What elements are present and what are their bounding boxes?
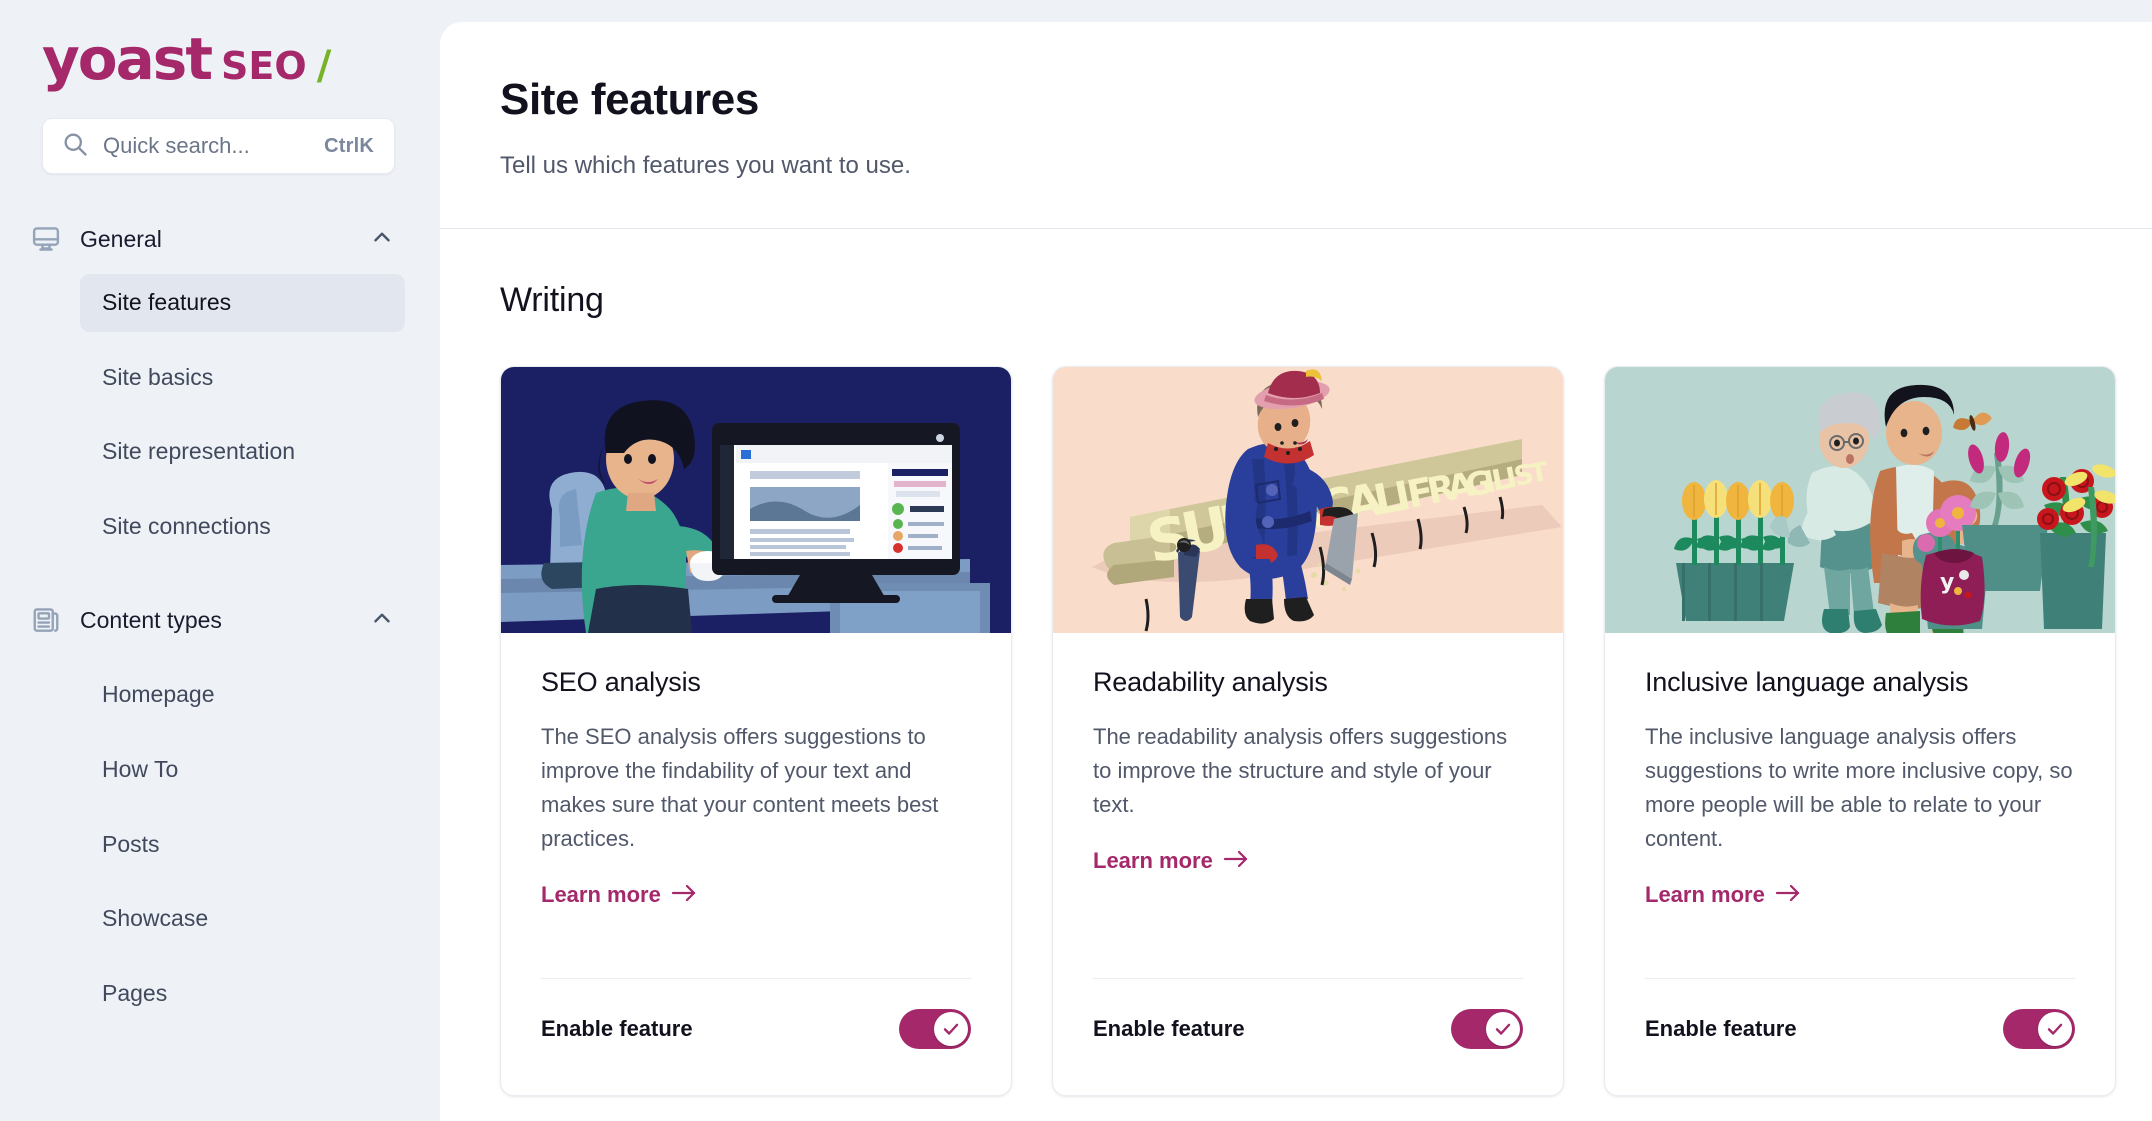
sidebar: yoast SEO / Quick search... CtrlK Genera… [0, 0, 440, 1121]
learn-more-link[interactable]: Learn more [1645, 882, 1801, 908]
learn-more-label: Learn more [1645, 881, 1765, 907]
feature-card-list: SEO analysis The SEO analysis offers sug… [500, 365, 2116, 1096]
learn-more-link[interactable]: Learn more [541, 882, 697, 908]
sidebar-nav: General Site features Site basics Site r… [0, 210, 440, 1022]
nav-group-header-general[interactable]: General [0, 210, 440, 268]
logo-slash-icon: / [316, 43, 332, 89]
search-icon [61, 130, 89, 163]
learn-more-link[interactable]: Learn more [1093, 848, 1249, 874]
illustration-two-people-gardening: y [1605, 366, 2115, 633]
chevron-up-icon-content-types[interactable] [369, 605, 395, 636]
check-icon [1495, 1023, 1511, 1035]
enable-feature-label: Enable feature [1645, 1015, 1797, 1041]
search-input[interactable]: Quick search... CtrlK [42, 118, 395, 174]
sidebar-item-site-connections[interactable]: Site connections [80, 498, 405, 556]
section-writing: Writing SEO analysis The SEO analysis of… [440, 229, 2152, 1096]
card-footer: Enable feature [1093, 977, 1523, 1095]
nav-items-general: Site features Site basics Site represent… [0, 274, 440, 555]
card-footer: Enable feature [1645, 977, 2075, 1095]
arrow-right-icon [1223, 848, 1249, 874]
check-icon [2047, 1023, 2063, 1035]
page-header: Site features Tell us which features you… [440, 22, 2152, 229]
enable-feature-toggle[interactable] [2003, 1008, 2075, 1049]
section-title-writing: Writing [500, 280, 604, 319]
card-title: SEO analysis [541, 666, 701, 697]
enable-feature-toggle[interactable] [1451, 1008, 1523, 1049]
sidebar-item-pages[interactable]: Pages [80, 965, 405, 1023]
yoast-seo-logo[interactable]: yoast SEO / [42, 30, 440, 88]
learn-more-label: Learn more [1093, 847, 1213, 873]
card-body-inclusive-language-analysis: Inclusive language analysis The inclusiv… [1605, 633, 2115, 1095]
learn-more-label: Learn more [541, 881, 661, 907]
card-footer: Enable feature [541, 977, 971, 1095]
toggle-knob [1486, 1011, 1520, 1046]
app-root: yoast SEO / Quick search... CtrlK Genera… [0, 0, 2152, 1121]
sidebar-item-showcase[interactable]: Showcase [80, 890, 405, 948]
nav-group-header-content-types[interactable]: Content types [0, 591, 440, 649]
card-description: The SEO analysis offers suggestions to i… [541, 723, 939, 851]
toggle-knob [934, 1011, 968, 1046]
enable-feature-label: Enable feature [1093, 1015, 1245, 1041]
check-icon [943, 1023, 959, 1035]
sidebar-item-site-features[interactable]: Site features [80, 274, 405, 332]
enable-feature-label: Enable feature [541, 1015, 693, 1041]
search-shortcut-hint: CtrlK [324, 134, 374, 157]
card-description: The inclusive language analysis offers s… [1645, 723, 2073, 851]
logo-seo-text: SEO [221, 44, 307, 88]
feature-card-inclusive-language-analysis: y Inclusive language analysis The inclus… [1604, 365, 2116, 1096]
article-icon [30, 604, 62, 636]
search-placeholder: Quick search... [103, 133, 250, 158]
nav-group-label-general: General [80, 225, 162, 252]
chevron-up-icon[interactable] [369, 224, 395, 255]
logo-container: yoast SEO / [0, 0, 440, 96]
page-subtitle: Tell us which features you want to use. [500, 152, 911, 180]
card-title: Readability analysis [1093, 666, 1328, 697]
page-title: Site features [500, 75, 759, 124]
card-description: The readability analysis offers suggesti… [1093, 723, 1508, 817]
sidebar-item-how-to[interactable]: How To [80, 741, 405, 799]
feature-card-seo-analysis: SEO analysis The SEO analysis offers sug… [500, 365, 1012, 1096]
sidebar-item-site-representation[interactable]: Site representation [80, 423, 405, 481]
arrow-right-icon [1775, 882, 1801, 908]
card-body-readability-analysis: Readability analysis The readability ana… [1053, 633, 1563, 1095]
nav-group-label-content-types: Content types [80, 606, 222, 633]
nav-group-general: General Site features Site basics Site r… [0, 210, 440, 555]
arrow-right-icon [671, 882, 697, 908]
logo-yoast-text: yoast [42, 25, 213, 93]
monitor-icon [30, 223, 62, 255]
sidebar-item-homepage[interactable]: Homepage [80, 666, 405, 724]
illustration-woman-at-desk-with-monitor [501, 366, 1011, 633]
card-title: Inclusive language analysis [1645, 666, 1969, 697]
enable-feature-toggle[interactable] [899, 1008, 971, 1049]
feature-card-readability-analysis: S U P E R C A L I F R A [1052, 365, 1564, 1096]
nav-items-content-types: Homepage How To Posts Showcase Pages [0, 666, 440, 1022]
svg-text:y: y [1940, 570, 1954, 595]
sidebar-item-site-basics[interactable]: Site basics [80, 349, 405, 407]
illustration-woman-sawing-long-word: S U P E R C A L I F R A [1053, 366, 1563, 633]
sidebar-item-posts[interactable]: Posts [80, 816, 405, 874]
toggle-knob [2038, 1011, 2072, 1046]
card-body-seo-analysis: SEO analysis The SEO analysis offers sug… [501, 633, 1011, 1095]
nav-group-content-types: Content types Homepage How To Posts Show… [0, 591, 440, 1022]
main-content: Site features Tell us which features you… [440, 22, 2152, 1121]
